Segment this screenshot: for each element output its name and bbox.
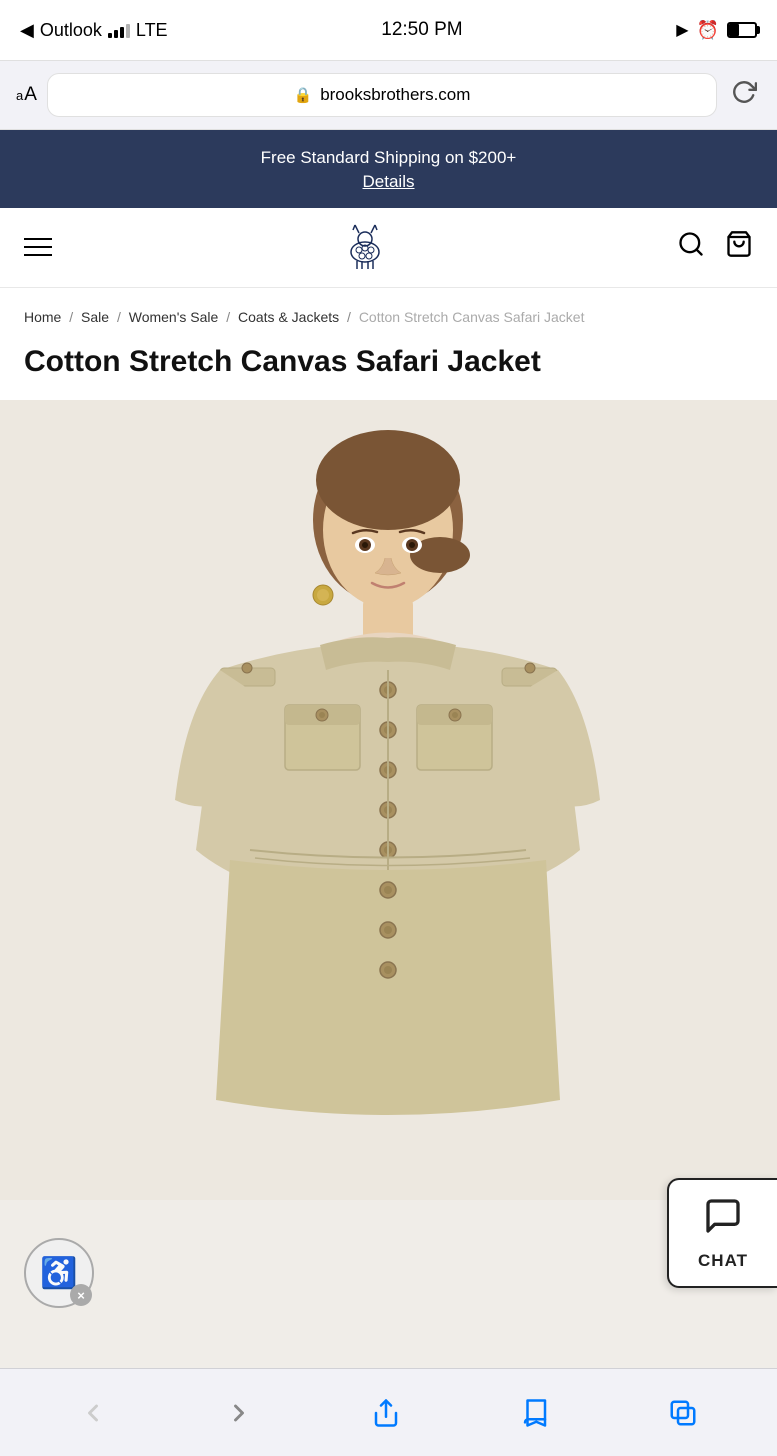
accessibility-button[interactable]: ♿ × <box>24 1238 94 1308</box>
phone-frame: ◀ Outlook LTE 12:50 PM ▶ ⏰ a A <box>0 0 777 1456</box>
promo-text: Free Standard Shipping on $200+ <box>261 148 517 167</box>
promo-banner: Free Standard Shipping on $200+ Details <box>0 130 777 208</box>
battery-fill <box>729 24 739 36</box>
forward-button[interactable] <box>217 1391 261 1435</box>
nav-icons <box>677 230 753 265</box>
breadcrumb-sep-1: / <box>69 309 77 325</box>
breadcrumb-sep-3: / <box>226 309 234 325</box>
carrier-name: Outlook <box>40 20 102 41</box>
signal-bar-1 <box>108 33 112 38</box>
carrier-info: ◀ Outlook LTE <box>20 20 168 41</box>
breadcrumb-sale[interactable]: Sale <box>81 309 109 325</box>
product-title: Cotton Stretch Canvas Safari Jacket <box>24 344 753 380</box>
hamburger-line-3 <box>24 254 52 256</box>
bookmarks-button[interactable] <box>512 1390 558 1436</box>
tabs-button[interactable] <box>660 1390 706 1436</box>
chat-label: CHAT <box>698 1251 748 1271</box>
signal-bars <box>108 22 130 38</box>
brand-logo[interactable] <box>330 212 400 282</box>
reload-button[interactable] <box>727 75 761 115</box>
promo-link[interactable]: Details <box>20 172 757 192</box>
accessibility-close-button[interactable]: × <box>70 1284 92 1306</box>
status-right: ▶ ⏰ <box>676 20 757 41</box>
product-title-section: Cotton Stretch Canvas Safari Jacket <box>0 336 777 400</box>
nav-bar <box>0 208 777 288</box>
url-text: brooksbrothers.com <box>320 85 470 105</box>
product-image-section: ♿ × CHAT <box>0 400 777 1368</box>
signal-bar-4 <box>126 24 130 38</box>
product-image <box>0 400 777 1200</box>
bottom-toolbar <box>0 1368 777 1456</box>
cart-icon[interactable] <box>725 230 753 265</box>
hamburger-line-2 <box>24 246 52 248</box>
accessibility-icon: ♿ <box>40 1256 77 1291</box>
lock-icon: 🔒 <box>294 86 313 104</box>
menu-button[interactable] <box>24 238 52 256</box>
font-size-button[interactable]: a A <box>16 84 37 106</box>
signal-bar-2 <box>114 30 118 38</box>
battery-icon <box>727 22 757 38</box>
alarm-icon: ⏰ <box>697 20 719 41</box>
status-bar: ◀ Outlook LTE 12:50 PM ▶ ⏰ <box>0 0 777 60</box>
share-button[interactable] <box>363 1390 409 1436</box>
status-time: 12:50 PM <box>381 19 462 41</box>
breadcrumb-womens-sale[interactable]: Women's Sale <box>129 309 219 325</box>
browser-bar: a A 🔒 brooksbrothers.com <box>0 60 777 130</box>
breadcrumb-coats-jackets[interactable]: Coats & Jackets <box>238 309 339 325</box>
font-big-a: A <box>24 84 37 106</box>
font-small-a: a <box>16 88 23 103</box>
close-icon: × <box>77 1288 85 1303</box>
search-icon[interactable] <box>677 230 705 265</box>
hamburger-line-1 <box>24 238 52 240</box>
breadcrumb-home[interactable]: Home <box>24 309 61 325</box>
network-type: LTE <box>136 20 168 41</box>
breadcrumb-current: Cotton Stretch Canvas Safari Jacket <box>359 309 585 325</box>
location-icon: ▶ <box>676 20 688 40</box>
back-arrow-icon: ◀ <box>20 20 34 41</box>
chat-icon <box>703 1196 743 1245</box>
breadcrumb-sep-2: / <box>117 309 125 325</box>
chat-button[interactable]: CHAT <box>667 1178 777 1288</box>
back-button[interactable] <box>71 1391 115 1435</box>
breadcrumb-text: Home / Sale / Women's Sale / Coats & Jac… <box>24 306 753 328</box>
url-bar[interactable]: 🔒 brooksbrothers.com <box>47 73 717 117</box>
breadcrumb-sep-4: / <box>347 309 355 325</box>
signal-bar-3 <box>120 27 124 38</box>
breadcrumb: Home / Sale / Women's Sale / Coats & Jac… <box>0 288 777 336</box>
